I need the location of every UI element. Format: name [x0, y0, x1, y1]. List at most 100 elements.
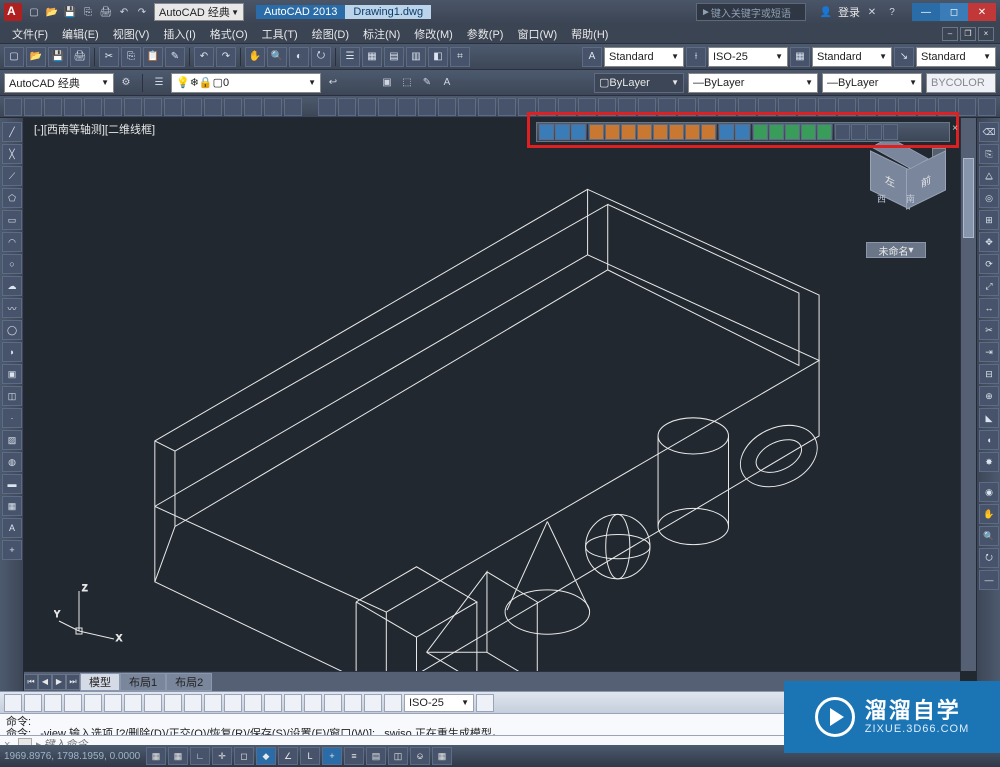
- saveas-icon[interactable]: ⎘: [80, 4, 96, 20]
- new-icon[interactable]: ▢: [26, 4, 42, 20]
- move-tool[interactable]: ✥: [979, 232, 999, 252]
- text-style-icon[interactable]: A: [582, 47, 602, 67]
- dim-dia-icon[interactable]: [124, 694, 142, 712]
- color-face-icon[interactable]: [701, 124, 716, 140]
- slice-icon[interactable]: [835, 124, 850, 140]
- dim-style-mgr-icon[interactable]: [476, 694, 494, 712]
- ellipse-tool[interactable]: ◯: [2, 320, 22, 340]
- otrack-toggle[interactable]: ∠: [278, 747, 298, 765]
- line-tool[interactable]: ╱: [2, 122, 22, 142]
- props-button[interactable]: ☰: [340, 47, 360, 67]
- dim-aligned-icon[interactable]: [24, 694, 42, 712]
- spline-tool[interactable]: 〰: [2, 298, 22, 318]
- dim-base-icon[interactable]: [184, 694, 202, 712]
- imprint-icon[interactable]: [753, 124, 768, 140]
- menu-insert[interactable]: 插入(I): [157, 24, 201, 44]
- redo-button[interactable]: ↷: [216, 47, 236, 67]
- rotate-tool[interactable]: ⟳: [979, 254, 999, 274]
- sm-left-btn-13[interactable]: [264, 98, 282, 116]
- join-tool[interactable]: ⊕: [979, 386, 999, 406]
- dim-cont-icon[interactable]: [204, 694, 222, 712]
- sm-left-btn-9[interactable]: [184, 98, 202, 116]
- open-button[interactable]: 📂: [26, 47, 46, 67]
- mdi-restore-button[interactable]: ❐: [960, 27, 976, 41]
- ducs-toggle[interactable]: L: [300, 747, 320, 765]
- sm-left-btn-14[interactable]: [284, 98, 302, 116]
- sm-right-btn-2[interactable]: [358, 98, 376, 116]
- layer-combo[interactable]: 💡❄🔒▢ 0▼: [171, 73, 321, 93]
- fillet-tool[interactable]: ◖: [979, 430, 999, 450]
- dim-ord-icon[interactable]: [64, 694, 82, 712]
- insert-tool[interactable]: ▣: [2, 364, 22, 384]
- intersect-icon[interactable]: [571, 124, 586, 140]
- mirror-tool[interactable]: ⧋: [979, 166, 999, 186]
- dim-linear-icon[interactable]: [4, 694, 22, 712]
- menu-dimension[interactable]: 标注(N): [357, 24, 406, 44]
- minimize-button[interactable]: —: [912, 3, 940, 21]
- match-button[interactable]: ✎: [165, 47, 185, 67]
- stretch-tool[interactable]: ↔: [979, 298, 999, 318]
- circle-tool[interactable]: ○: [2, 254, 22, 274]
- sc-toggle[interactable]: ⎉: [410, 747, 430, 765]
- arc-tool[interactable]: ◠: [2, 232, 22, 252]
- ortho-toggle[interactable]: ∟: [190, 747, 210, 765]
- rect-tool[interactable]: ▭: [2, 210, 22, 230]
- dim-upd-icon[interactable]: [384, 694, 402, 712]
- orbit-button[interactable]: ⭮: [311, 47, 331, 67]
- array-tool[interactable]: ⊞: [979, 210, 999, 230]
- dim-quick-icon[interactable]: [164, 694, 182, 712]
- offset-tool[interactable]: ◎: [979, 188, 999, 208]
- dyn-toggle[interactable]: +: [322, 747, 342, 765]
- close-button[interactable]: ✕: [968, 3, 996, 21]
- attr-icon[interactable]: A: [439, 75, 455, 91]
- point-tool[interactable]: ·: [2, 408, 22, 428]
- undo-button[interactable]: ↶: [194, 47, 214, 67]
- color-edge-icon[interactable]: [735, 124, 750, 140]
- mleader-style-icon[interactable]: ↘: [894, 47, 914, 67]
- block-tool[interactable]: ◫: [2, 386, 22, 406]
- nav-zoom[interactable]: 🔍: [979, 526, 999, 546]
- tab-layout2[interactable]: 布局2: [166, 673, 212, 691]
- mleader-style-combo[interactable]: Standard▼: [916, 47, 996, 67]
- zoom-button[interactable]: 🔍: [267, 47, 287, 67]
- dim-ang-icon[interactable]: [144, 694, 162, 712]
- workspace-combo[interactable]: AutoCAD 经典▼: [4, 73, 114, 93]
- shell-icon[interactable]: [801, 124, 816, 140]
- tab-nav-next[interactable]: ▶: [52, 674, 66, 690]
- layer-manager-icon[interactable]: ☰: [151, 75, 167, 91]
- float-toolbar-close-icon[interactable]: ×: [952, 123, 958, 134]
- rotate-face-icon[interactable]: [653, 124, 668, 140]
- menu-edit[interactable]: 编辑(E): [56, 24, 105, 44]
- nav-fullnav[interactable]: ◉: [979, 482, 999, 502]
- convert-icon[interactable]: [867, 124, 882, 140]
- sm-left-btn-7[interactable]: [144, 98, 162, 116]
- sm-right-btn-0[interactable]: [318, 98, 336, 116]
- save-icon[interactable]: 💾: [62, 4, 78, 20]
- subtract-icon[interactable]: [555, 124, 570, 140]
- paste-button[interactable]: 📋: [143, 47, 163, 67]
- break-tool[interactable]: ⊟: [979, 364, 999, 384]
- polar-toggle[interactable]: ✛: [212, 747, 232, 765]
- menu-modify[interactable]: 修改(M): [408, 24, 459, 44]
- dcenter-button[interactable]: ▦: [362, 47, 382, 67]
- color-combo[interactable]: ▢ ByLayer▼: [594, 73, 684, 93]
- help-icon[interactable]: ?: [884, 4, 900, 20]
- trim-tool[interactable]: ✂: [979, 320, 999, 340]
- vertical-scrollbar[interactable]: [960, 118, 976, 671]
- layer-prev-icon[interactable]: ↩: [325, 75, 341, 91]
- sm-right-btn-8[interactable]: [478, 98, 496, 116]
- undo-icon[interactable]: ↶: [116, 4, 132, 20]
- menu-format[interactable]: 格式(O): [204, 24, 254, 44]
- help-search[interactable]: ► 键入关键字或短语: [696, 3, 806, 21]
- text-style-combo[interactable]: Standard▼: [604, 47, 684, 67]
- copy-face-icon[interactable]: [685, 124, 700, 140]
- pan-button[interactable]: ✋: [245, 47, 265, 67]
- ws-settings-icon[interactable]: ⚙: [118, 75, 134, 91]
- nav-pan[interactable]: ✋: [979, 504, 999, 524]
- sm-left-btn-12[interactable]: [244, 98, 262, 116]
- sm-left-btn-6[interactable]: [124, 98, 142, 116]
- xline-tool[interactable]: ╳: [2, 144, 22, 164]
- grid-toggle[interactable]: ▦: [168, 747, 188, 765]
- move-face-icon[interactable]: [605, 124, 620, 140]
- dim-jog-icon[interactable]: [104, 694, 122, 712]
